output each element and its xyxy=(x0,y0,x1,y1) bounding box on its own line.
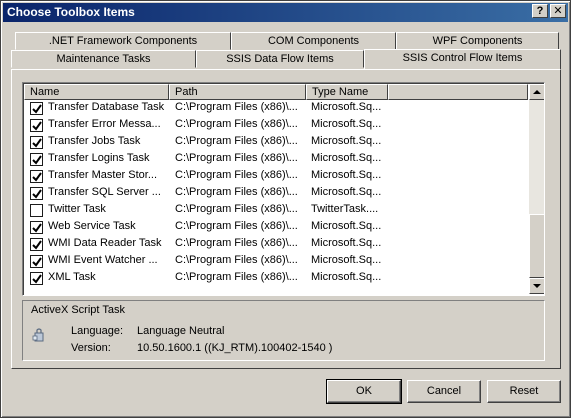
checkmark-icon xyxy=(32,155,42,165)
column-header-type-name[interactable]: Type Name xyxy=(306,84,388,100)
item-path: C:\Program Files (x86)\... xyxy=(175,152,298,164)
item-type-name: Microsoft.Sq... xyxy=(311,237,382,249)
close-button[interactable]: ✕ xyxy=(550,4,566,18)
item-checkbox[interactable] xyxy=(30,136,43,149)
item-name: Web Service Task xyxy=(48,220,136,232)
list-item[interactable]: Twitter Task C:\Program Files (x86)\... Tw… xyxy=(25,201,527,218)
item-name: WMI Event Watcher ... xyxy=(48,254,158,266)
item-type-name: Microsoft.Sq... xyxy=(311,254,382,266)
language-label: Language: xyxy=(71,325,123,337)
item-path: C:\Program Files (x86)\... xyxy=(175,169,298,181)
cancel-button[interactable]: Cancel xyxy=(407,380,481,403)
item-name: WMI Data Reader Task xyxy=(48,237,162,249)
item-path: C:\Program Files (x86)\... xyxy=(175,118,298,130)
list-item[interactable]: XML Task C:\Program Files (x86)\... Micros… xyxy=(25,269,527,286)
column-header-filler xyxy=(388,84,528,100)
item-name: Transfer Master Stor... xyxy=(48,169,158,181)
item-checkbox[interactable] xyxy=(30,255,43,268)
list-item[interactable]: Transfer Master Stor... C:\Program Files … xyxy=(25,167,527,184)
item-checkbox[interactable] xyxy=(30,119,43,132)
item-checkbox[interactable] xyxy=(30,221,43,234)
item-type-name: Microsoft.Sq... xyxy=(311,220,382,232)
item-name: Transfer SQL Server ... xyxy=(48,186,161,198)
item-path: C:\Program Files (x86)\... xyxy=(175,254,298,266)
item-name: Transfer Database Task xyxy=(48,101,165,113)
item-checkbox[interactable] xyxy=(30,272,43,285)
item-path: C:\Program Files (x86)\... xyxy=(175,237,298,249)
item-type-name: Microsoft.Sq... xyxy=(311,169,382,181)
toolbox-items-list: Name Path Type Name Transfer Database Ta… xyxy=(22,82,545,296)
list-item[interactable]: Transfer Jobs Task C:\Program Files (x86)… xyxy=(25,133,527,150)
item-name: Twitter Task xyxy=(48,203,106,215)
details-title: ActiveX Script Task xyxy=(31,304,125,316)
column-header-name[interactable]: Name xyxy=(24,84,169,100)
version-label: Version: xyxy=(71,342,111,354)
item-checkbox[interactable] xyxy=(30,238,43,251)
checkmark-icon xyxy=(32,121,42,131)
title-bar: Choose Toolbox Items xyxy=(3,3,568,22)
checkmark-icon xyxy=(32,138,42,148)
item-details-panel: ActiveX Script Task Language: Language N… xyxy=(22,300,545,361)
item-name: Transfer Error Messa... xyxy=(48,118,161,130)
scroll-thumb[interactable] xyxy=(529,214,544,278)
vertical-scrollbar[interactable] xyxy=(529,84,544,294)
item-type-name: TwitterTask.... xyxy=(311,203,379,215)
language-value: Language Neutral xyxy=(137,325,225,337)
tab-dotnet-framework-components[interactable]: .NET Framework Components xyxy=(15,32,231,50)
column-header-path[interactable]: Path xyxy=(169,84,306,100)
item-type-name: Microsoft.Sq... xyxy=(311,271,382,283)
arrow-up-icon xyxy=(533,90,541,94)
item-path: C:\Program Files (x86)\... xyxy=(175,101,298,113)
item-path: C:\Program Files (x86)\... xyxy=(175,135,298,147)
checkmark-icon xyxy=(32,104,42,114)
list-item[interactable]: WMI Data Reader Task C:\Program Files (x8… xyxy=(25,235,527,252)
item-checkbox[interactable] xyxy=(30,102,43,115)
checkmark-icon xyxy=(32,172,42,182)
checkmark-icon xyxy=(32,274,42,284)
item-checkbox[interactable] xyxy=(30,187,43,200)
activex-script-task-icon xyxy=(31,327,47,346)
version-value: 10.50.1600.1 ((KJ_RTM).100402-1540 ) xyxy=(137,342,333,354)
item-path: C:\Program Files (x86)\... xyxy=(175,220,298,232)
item-name: Transfer Jobs Task xyxy=(48,135,141,147)
item-path: C:\Program Files (x86)\... xyxy=(175,271,298,283)
reset-button[interactable]: Reset xyxy=(487,380,561,403)
list-item[interactable]: Web Service Task C:\Program Files (x86)\.… xyxy=(25,218,527,235)
arrow-down-icon xyxy=(533,284,541,288)
checkmark-icon xyxy=(32,240,42,250)
item-checkbox[interactable] xyxy=(30,153,43,166)
tab-ssis-data-flow-items[interactable]: SSIS Data Flow Items xyxy=(196,50,364,68)
item-checkbox[interactable] xyxy=(30,204,43,217)
ok-button[interactable]: OK xyxy=(326,379,402,404)
tab-maintenance-tasks[interactable]: Maintenance Tasks xyxy=(11,50,196,68)
list-item[interactable]: Transfer Error Messa... C:\Program Files … xyxy=(25,116,527,133)
list-item[interactable]: Transfer SQL Server ... C:\Program Files … xyxy=(25,184,527,201)
item-name: XML Task xyxy=(48,271,96,283)
item-type-name: Microsoft.Sq... xyxy=(311,152,382,164)
checkmark-icon xyxy=(32,189,42,199)
item-checkbox[interactable] xyxy=(30,170,43,183)
item-type-name: Microsoft.Sq... xyxy=(311,135,382,147)
list-item[interactable]: WMI Event Watcher ... C:\Program Files (x… xyxy=(25,252,527,269)
item-type-name: Microsoft.Sq... xyxy=(311,186,382,198)
item-name: Transfer Logins Task xyxy=(48,152,150,164)
item-type-name: Microsoft.Sq... xyxy=(311,118,382,130)
window-title: Choose Toolbox Items xyxy=(7,5,135,19)
item-type-name: Microsoft.Sq... xyxy=(311,101,382,113)
choose-toolbox-items-dialog: Choose Toolbox Items ? ✕ .NET Framework … xyxy=(0,0,571,418)
list-item[interactable]: Transfer Logins Task C:\Program Files (x8… xyxy=(25,150,527,167)
scroll-up-button[interactable] xyxy=(529,84,544,100)
scroll-down-button[interactable] xyxy=(529,278,544,294)
tab-wpf-components[interactable]: WPF Components xyxy=(396,32,559,50)
checkmark-icon xyxy=(32,223,42,233)
help-button[interactable]: ? xyxy=(532,4,548,18)
tab-ssis-control-flow-items[interactable]: SSIS Control Flow Items xyxy=(364,49,561,69)
list-item[interactable]: Transfer Database Task C:\Program Files (… xyxy=(25,99,527,116)
item-path: C:\Program Files (x86)\... xyxy=(175,203,298,215)
tab-com-components[interactable]: COM Components xyxy=(231,32,396,50)
item-path: C:\Program Files (x86)\... xyxy=(175,186,298,198)
checkmark-icon xyxy=(32,257,42,267)
